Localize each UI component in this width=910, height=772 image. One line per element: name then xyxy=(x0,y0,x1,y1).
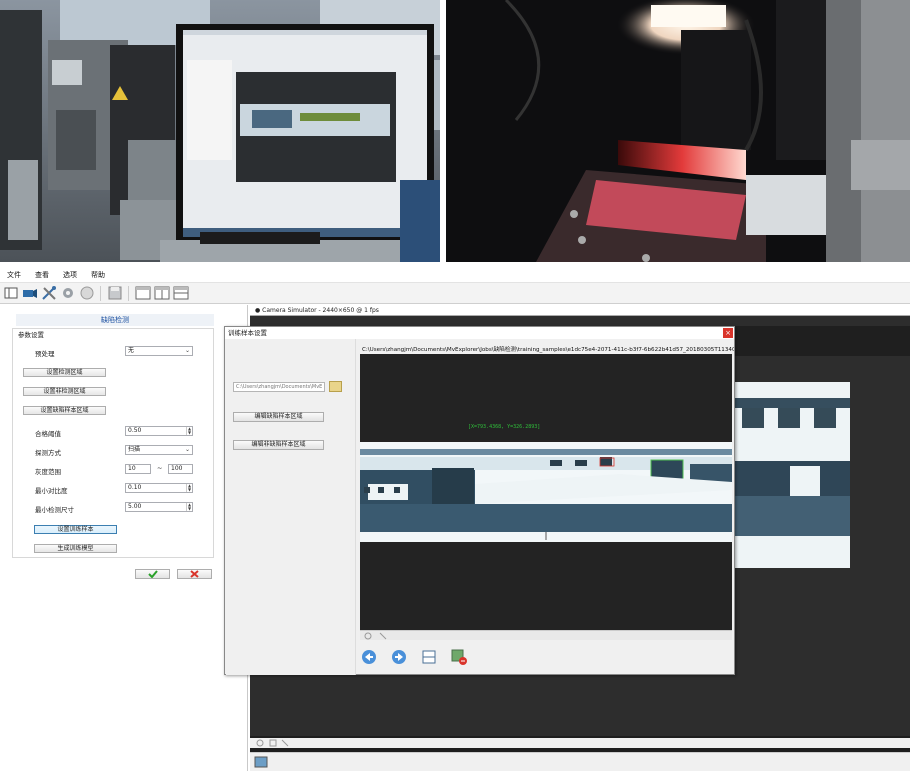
previous-arrow-icon[interactable] xyxy=(361,649,377,665)
coordinate-readout: [X=793.4368, Y=326.2893] xyxy=(468,424,540,430)
sample-image-view[interactable]: [X=793.4368, Y=326.2893] xyxy=(360,354,732,630)
camera-zoom-bar xyxy=(250,738,910,748)
camera-status-icon: ● xyxy=(255,307,261,314)
chevron-down-icon: ⌄ xyxy=(184,347,190,354)
software-window: 文件 查看 选项 帮助 缺陷检测 参数设置 预处理 无 ⌄ 设置检测区域 设置非… xyxy=(0,268,910,771)
tools-icon[interactable] xyxy=(40,285,57,302)
folder-icon[interactable] xyxy=(329,381,342,392)
zoom-icon[interactable] xyxy=(360,631,400,641)
camera-icon[interactable] xyxy=(21,285,38,302)
menu-view[interactable]: 查看 xyxy=(28,270,56,280)
menu-file[interactable]: 文件 xyxy=(0,270,28,280)
close-icon xyxy=(190,570,199,578)
factory-photo-illustration xyxy=(0,0,440,262)
params-group xyxy=(12,328,214,558)
spinner-icon[interactable]: ▲ ▼ xyxy=(186,503,192,511)
threshold-label: 合格阈值 xyxy=(35,430,61,438)
panel-title: 缺陷检测 xyxy=(16,314,214,326)
cancel-button[interactable] xyxy=(177,569,212,579)
fit-view-icon[interactable] xyxy=(421,649,437,665)
menu-options[interactable]: 选项 xyxy=(56,270,84,280)
method-label: 探测方式 xyxy=(35,449,61,457)
sample-image-illustration: [X=793.4368, Y=326.2893] xyxy=(360,354,732,630)
contrast-input[interactable]: 0.10 ▲ ▼ xyxy=(125,483,193,493)
spinner-icon[interactable]: ▲ ▼ xyxy=(186,427,192,435)
sample-zoom-bar xyxy=(360,630,732,640)
set-training-sample-button[interactable]: 设置训练样本 xyxy=(34,525,117,534)
dialog-title: 训练样本设置 xyxy=(225,327,734,339)
preprocess-select[interactable]: 无 ⌄ xyxy=(125,346,193,356)
edit-nondefect-sample-button[interactable]: 编辑非缺陷样本区域 xyxy=(233,440,324,450)
single-view-icon[interactable] xyxy=(134,285,151,302)
sample-folder-path[interactable]: C:\Users\zhangjm\Documents\MvE xyxy=(233,382,325,392)
spinner-icon[interactable]: ▲ ▼ xyxy=(186,484,192,492)
defect-detection-panel: 缺陷检测 参数设置 预处理 无 ⌄ 设置检测区域 设置非检测区域 设置缺陷样本区域… xyxy=(0,305,248,771)
gray-max-input[interactable]: 100 xyxy=(168,464,193,474)
gray-min-input[interactable]: 10 xyxy=(125,464,151,474)
preprocess-label: 预处理 xyxy=(35,350,55,358)
set-defect-sample-region-button[interactable]: 设置缺陷样本区域 xyxy=(23,406,106,415)
set-nondetect-region-button[interactable]: 设置非检测区域 xyxy=(23,387,106,396)
threshold-input[interactable]: 0.50 ▲ ▼ xyxy=(125,426,193,436)
menu-help[interactable]: 帮助 xyxy=(84,270,112,280)
params-group-label: 参数设置 xyxy=(17,329,45,339)
sample-file-path: C:\Users\zhangjm\Documents\MvExplorer\Jo… xyxy=(362,347,734,353)
camera-light-photo xyxy=(446,0,910,262)
stack-view-icon[interactable] xyxy=(172,285,189,302)
min-size-input[interactable]: 5.00 ▲ ▼ xyxy=(125,502,193,512)
dialog-close-button[interactable]: × xyxy=(723,328,733,338)
method-select[interactable]: 扫描 ⌄ xyxy=(125,445,193,455)
gray-range-label: 灰度范围 xyxy=(35,468,61,476)
zoom-icon[interactable] xyxy=(250,738,290,748)
check-icon xyxy=(147,570,158,578)
camera-footer xyxy=(250,752,910,771)
image-icon[interactable] xyxy=(254,756,270,770)
next-arrow-icon[interactable] xyxy=(391,649,407,665)
delete-image-icon[interactable] xyxy=(451,649,467,665)
factory-photo-monitor xyxy=(0,0,440,262)
set-detect-region-button[interactable]: 设置检测区域 xyxy=(23,368,106,377)
contrast-label: 最小对比度 xyxy=(35,487,68,495)
chevron-down-icon: ⌄ xyxy=(184,446,190,453)
confirm-button[interactable] xyxy=(135,569,170,579)
split-view-icon[interactable] xyxy=(153,285,170,302)
gray-range-separator: ~ xyxy=(157,464,163,472)
save-icon[interactable] xyxy=(106,285,123,302)
min-size-label: 最小检测尺寸 xyxy=(35,506,74,514)
generate-model-button[interactable]: 生成训练模型 xyxy=(34,544,117,553)
training-sample-dialog: 训练样本设置 × C:\Users\zhangjm\Documents\MvE … xyxy=(224,326,735,675)
menu-bar: 文件 查看 选项 帮助 xyxy=(0,268,910,283)
toolbar xyxy=(0,283,910,304)
dialog-sidebar: C:\Users\zhangjm\Documents\MvE 编辑缺陷样本区域 … xyxy=(226,339,356,675)
layout-icon[interactable] xyxy=(2,285,19,302)
edit-defect-sample-button[interactable]: 编辑缺陷样本区域 xyxy=(233,412,324,422)
camera-window-title: ● Camera Simulator - 2440×650 @ 1 fps xyxy=(250,306,910,316)
settings-icon[interactable] xyxy=(59,285,76,302)
camera-light-illustration xyxy=(446,0,910,262)
record-icon[interactable] xyxy=(78,285,95,302)
